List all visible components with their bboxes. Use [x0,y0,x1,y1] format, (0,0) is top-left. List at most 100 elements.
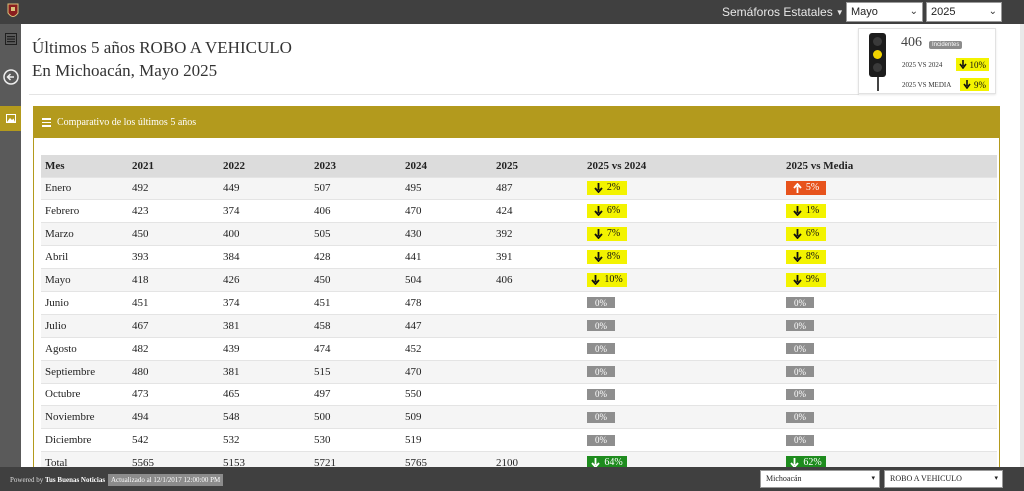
crime-select[interactable]: ROBO A VEHICULO ▾ [884,470,1003,488]
table-cell: 0% [782,405,997,429]
table-row: Febrero 423 374 406 470 424 6% 1% [41,199,997,223]
table-cell: 451 [128,290,219,315]
col-header: 2023 [310,155,401,177]
table-cell: 504 [401,268,492,292]
table-cell [492,405,583,429]
table-cell: 6% [782,222,997,246]
state-semaphore-menu[interactable]: Semáforos Estatales ▼ [722,5,844,19]
table-cell: 487 [492,176,583,200]
powered-brand-link[interactable]: Tus Buenas Noticias [45,476,105,484]
arrow-up-icon [793,182,802,193]
table-cell: Marzo [41,222,128,246]
arrow-down-icon [963,80,971,89]
percent-value: 5% [805,182,820,194]
semaforo-card: 406 Incidentes 2025 VS 2024 10% 2025 VS … [858,28,996,94]
percent-value: 10% [604,274,623,285]
back-button[interactable] [0,64,21,89]
table-cell: 0% [782,313,997,338]
table-cell: 447 [401,313,492,338]
table-cell: 470 [401,199,492,223]
table-cell: 530 [310,428,401,452]
table-cell: 391 [492,245,583,269]
table-cell: 0% [583,405,782,429]
col-header: 2022 [219,155,310,177]
vs-media-badge: 9% [960,78,989,91]
percent-badge: 2% [587,180,627,195]
percent-badge: 0% [587,388,615,400]
incident-label-badge: Incidentes [929,41,963,49]
arrow-down-icon [793,205,802,216]
table-row: Agosto 482 439 474 452 0% 0% [41,336,997,361]
comparison-table: Mes 2021 2022 2023 2024 2025 2025 vs 202… [41,155,997,475]
table-cell: 0% [782,428,997,452]
table-cell: 426 [219,268,310,292]
table-cell: 467 [128,313,219,338]
table-cell: 6% [583,199,782,223]
table-cell: 450 [310,268,401,292]
updated-badge: Actualizado al 12/1/2017 12:00:00 PM [108,474,224,486]
menu-button[interactable] [0,26,21,51]
table-cell: 406 [310,199,401,223]
table-cell [492,313,583,338]
chart-view-button[interactable] [0,106,21,131]
table-row: Marzo 450 400 505 430 392 7% 6% [41,222,997,246]
arrow-down-icon [793,274,802,285]
table-cell: 10% [583,268,782,292]
state-select-value: Michoacán [766,474,802,483]
percent-value: 0% [794,343,806,354]
traffic-light-pole [877,77,879,91]
comparison-section: Comparativo de los últimos 5 años Mes 20… [33,106,1000,475]
table-cell: 450 [128,222,219,246]
table-cell: 515 [310,359,401,384]
hamburger-icon [42,116,51,129]
table-cell: Enero [41,176,128,200]
month-select[interactable]: Mayo ⌄ [846,2,923,22]
table-cell [492,382,583,406]
table-cell: 465 [219,382,310,406]
percent-value: 1% [805,205,820,217]
percent-badge: 0% [786,366,814,378]
table-cell: 0% [583,382,782,406]
col-header: 2021 [128,155,219,177]
table-cell: 478 [401,290,492,315]
arrow-down-icon [591,274,601,285]
year-select[interactable]: 2025 ⌄ [926,2,1002,22]
table-cell: 505 [310,222,401,246]
arrow-down-icon [594,205,603,216]
table-cell: Julio [41,313,128,338]
vs-year-badge: 10% [955,58,989,71]
percent-badge: 7% [587,226,627,241]
percent-value: 0% [595,366,607,377]
year-select-value: 2025 [931,6,956,18]
table-cell: Mayo [41,268,128,292]
table-row: Octubre 473 465 497 550 0% 0% [41,382,997,406]
table-cell: 507 [310,176,401,200]
table-cell [492,336,583,361]
table-cell: 480 [128,359,219,384]
incident-count: 406 [901,35,922,50]
state-select[interactable]: Michoacán ▾ [760,470,880,488]
table-cell: Septiembre [41,359,128,384]
table-cell: 509 [401,405,492,429]
top-bar: Semáforos Estatales ▼ Mayo ⌄ 2025 ⌄ [0,0,1024,24]
percent-badge: 0% [786,434,814,446]
table-row: Junio 451 374 451 478 0% 0% [41,290,997,315]
percent-value: 0% [595,320,607,331]
table-cell: 5% [782,176,997,200]
arrow-down-icon [793,251,802,262]
vs-year-label: 2025 VS 2024 [902,61,943,69]
table-cell [492,428,583,452]
table-cell [492,290,583,315]
percent-value: 0% [595,435,607,446]
chevron-down-icon: ▾ [871,474,875,482]
table-cell: 473 [128,382,219,406]
table-cell: 0% [782,359,997,384]
table-cell: 0% [782,290,997,315]
percent-badge: 0% [587,343,615,355]
table-row: Mayo 418 426 450 504 406 10% 9% [41,268,997,292]
table-cell: 9% [782,268,997,292]
percent-badge: 9% [786,272,826,287]
table-cell [492,359,583,384]
arrow-down-icon [793,228,802,239]
table-cell: Febrero [41,199,128,223]
